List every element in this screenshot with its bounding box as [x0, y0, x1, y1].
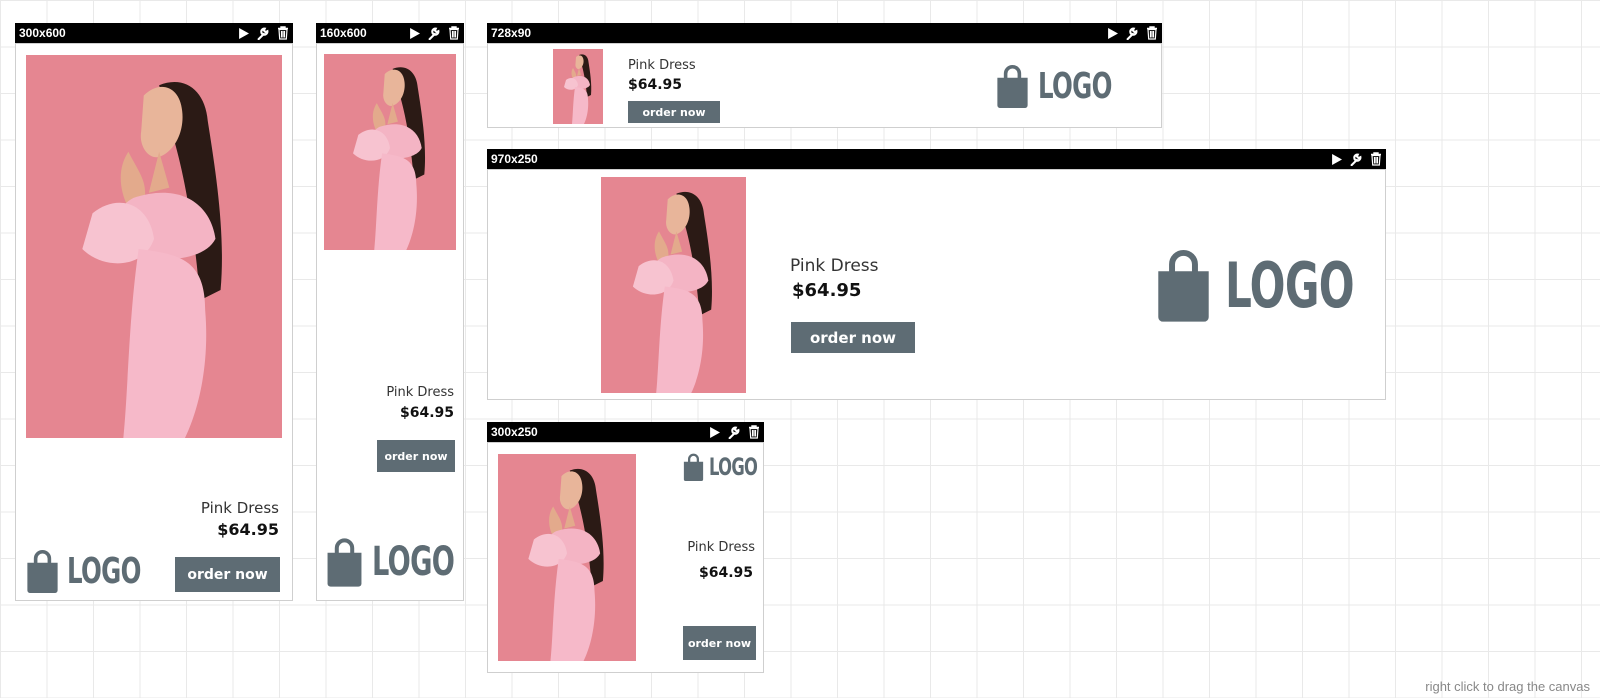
banner-toolbar: 300x250	[487, 422, 764, 442]
logo-text: LOGO	[709, 453, 758, 481]
product-photo	[324, 54, 456, 250]
trash-icon[interactable]	[1142, 23, 1162, 43]
order-now-button[interactable]: order now	[377, 440, 455, 472]
product-title: Pink Dress	[687, 540, 755, 555]
logo: LOGO	[996, 64, 1146, 108]
product-title: Pink Dress	[790, 256, 879, 276]
canvas-hint: right click to drag the canvas	[1425, 679, 1590, 694]
logo: LOGO	[326, 537, 493, 587]
shopping-bag-icon	[327, 538, 362, 587]
shopping-bag-icon	[997, 64, 1028, 108]
order-now-button[interactable]: order now	[683, 626, 756, 660]
wrench-icon[interactable]	[253, 23, 273, 43]
wrench-icon[interactable]	[1346, 149, 1366, 169]
banner-970x250[interactable]: 970x250 Pink Dress $64.95 order now LOGO	[487, 149, 1386, 400]
product-price: $64.95	[792, 280, 862, 301]
order-now-button[interactable]: order now	[791, 322, 915, 353]
banner-toolbar: 970x250	[487, 149, 1386, 169]
product-price: $64.95	[628, 77, 683, 93]
order-now-button[interactable]: order now	[175, 557, 280, 592]
order-now-button[interactable]: order now	[628, 101, 720, 123]
product-photo	[26, 55, 282, 438]
banner-toolbar: 160x600	[316, 23, 464, 43]
trash-icon[interactable]	[1366, 149, 1386, 169]
trash-icon[interactable]	[444, 23, 464, 43]
banner-728x90[interactable]: 728x90 Pink Dress $64.95 order now LOGO	[487, 23, 1162, 128]
banner-size-label: 300x600	[19, 26, 66, 40]
play-icon[interactable]	[704, 422, 724, 442]
product-title: Pink Dress	[628, 58, 696, 73]
product-price: $64.95	[399, 405, 454, 421]
shopping-bag-icon	[27, 549, 58, 593]
banner-size-label: 728x90	[491, 26, 532, 40]
play-icon[interactable]	[1102, 23, 1122, 43]
product-price: $64.95	[217, 520, 279, 539]
banner-size-label: 160x600	[320, 26, 367, 40]
banner-toolbar: 728x90	[487, 23, 1162, 43]
product-photo	[601, 177, 746, 393]
shopping-bag-icon	[683, 453, 704, 481]
trash-icon[interactable]	[273, 23, 293, 43]
banner-size-label: 300x250	[491, 425, 538, 439]
shopping-bag-icon	[1158, 250, 1209, 322]
logo: LOGO	[683, 453, 780, 481]
product-photo	[553, 49, 603, 124]
play-icon[interactable]	[233, 23, 253, 43]
wrench-icon[interactable]	[1122, 23, 1142, 43]
wrench-icon[interactable]	[724, 422, 744, 442]
product-title: Pink Dress	[386, 385, 454, 400]
banner-300x600[interactable]: 300x600 Pink Dress $64.95 LOGO order now	[15, 23, 293, 601]
logo-text: LOGO	[1225, 248, 1355, 322]
logo-text: LOGO	[1038, 65, 1112, 107]
logo: LOGO	[1156, 248, 1415, 322]
play-icon[interactable]	[404, 23, 424, 43]
wrench-icon[interactable]	[424, 23, 444, 43]
product-photo	[498, 454, 636, 661]
banner-300x250[interactable]: 300x250 LOGO Pink Dress $64.95 order now	[487, 422, 764, 673]
trash-icon[interactable]	[744, 422, 764, 442]
product-price: $64.95	[698, 565, 753, 581]
logo-text: LOGO	[372, 539, 455, 585]
banner-160x600[interactable]: 160x600 Pink Dress $64.95 order now LOGO	[316, 23, 464, 601]
product-title: Pink Dress	[200, 499, 279, 517]
logo: LOGO	[26, 549, 175, 593]
banner-toolbar: 300x600	[15, 23, 293, 43]
banner-size-label: 970x250	[491, 152, 538, 166]
logo-text: LOGO	[67, 550, 141, 592]
play-icon[interactable]	[1326, 149, 1346, 169]
